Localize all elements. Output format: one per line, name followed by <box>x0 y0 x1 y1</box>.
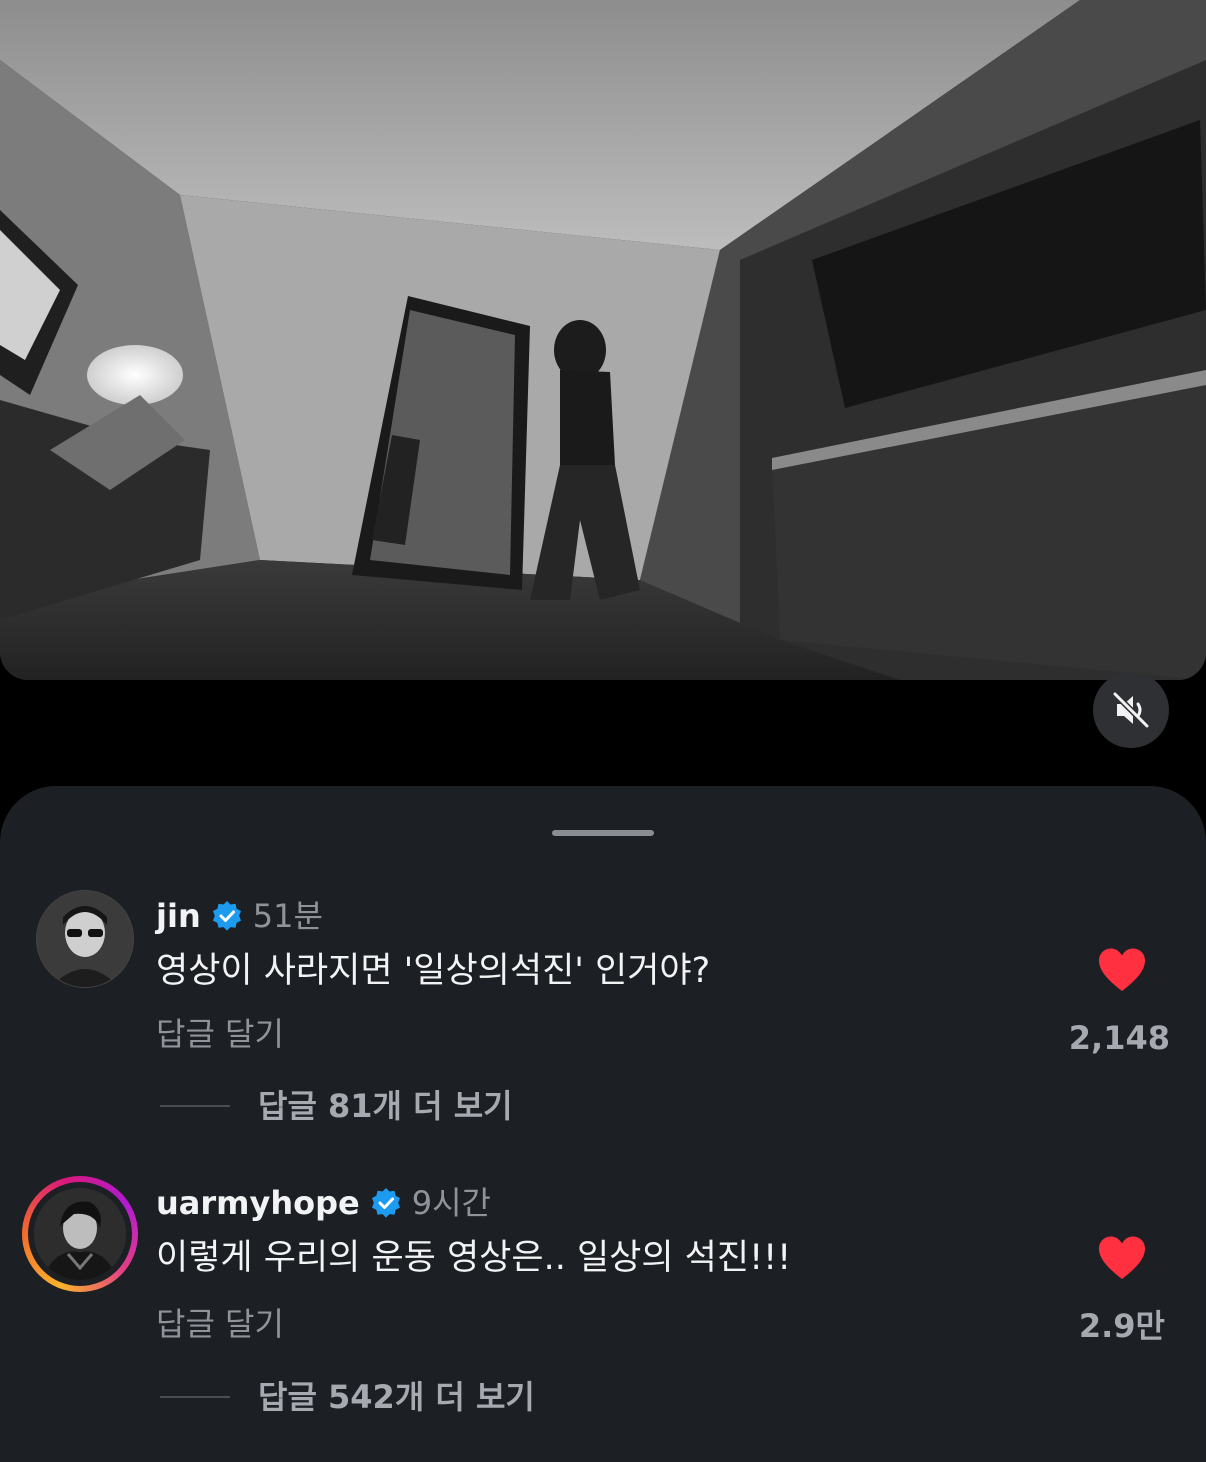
view-replies-button[interactable]: 답글 81개 더 보기 <box>160 1086 513 1126</box>
avatar-photo <box>34 1188 126 1280</box>
username[interactable]: jin <box>156 896 201 936</box>
avatar <box>34 1188 126 1280</box>
username[interactable]: uarmyhope <box>156 1183 360 1223</box>
view-replies-label: 답글 81개 더 보기 <box>258 1087 513 1125</box>
comment-text: 이렇게 우리의 운동 영상은.. 일상의 석진!!! <box>156 1238 792 1278</box>
view-replies-button[interactable]: 답글 542개 더 보기 <box>160 1377 535 1417</box>
replies-divider <box>160 1396 230 1398</box>
video-frame <box>0 0 1206 680</box>
avatar-story-ring[interactable] <box>22 1176 138 1292</box>
like-count: 2,148 <box>1068 1019 1170 1057</box>
comment-meta: jin 51분 <box>156 896 323 936</box>
reply-button[interactable]: 답글 달기 <box>156 1014 284 1054</box>
timestamp: 9시간 <box>411 1184 491 1222</box>
speaker-muted-icon <box>1112 691 1150 729</box>
heart-icon[interactable] <box>1097 1235 1147 1281</box>
avatar-photo <box>37 891 133 987</box>
verified-badge-icon <box>212 901 241 931</box>
mute-toggle-button[interactable] <box>1093 672 1169 748</box>
avatar[interactable] <box>36 890 134 988</box>
replies-divider <box>160 1105 230 1107</box>
sheet-drag-handle[interactable] <box>552 830 654 836</box>
view-replies-label: 답글 542개 더 보기 <box>258 1378 535 1416</box>
timestamp: 51분 <box>252 897 323 935</box>
comment-text: 영상이 사라지면 '일상의석진' 인거야? <box>156 951 711 991</box>
heart-icon[interactable] <box>1097 947 1147 993</box>
reply-button[interactable]: 답글 달기 <box>156 1304 284 1344</box>
like-count: 2.9만 <box>1078 1307 1165 1345</box>
video-player[interactable] <box>0 0 1206 680</box>
verified-badge-icon <box>371 1188 400 1218</box>
comments-sheet: jin 51분 영상이 사라지면 '일상의석진' 인거야? 답글 달기 2,14… <box>0 786 1206 1462</box>
comment-meta: uarmyhope 9시간 <box>156 1183 491 1223</box>
